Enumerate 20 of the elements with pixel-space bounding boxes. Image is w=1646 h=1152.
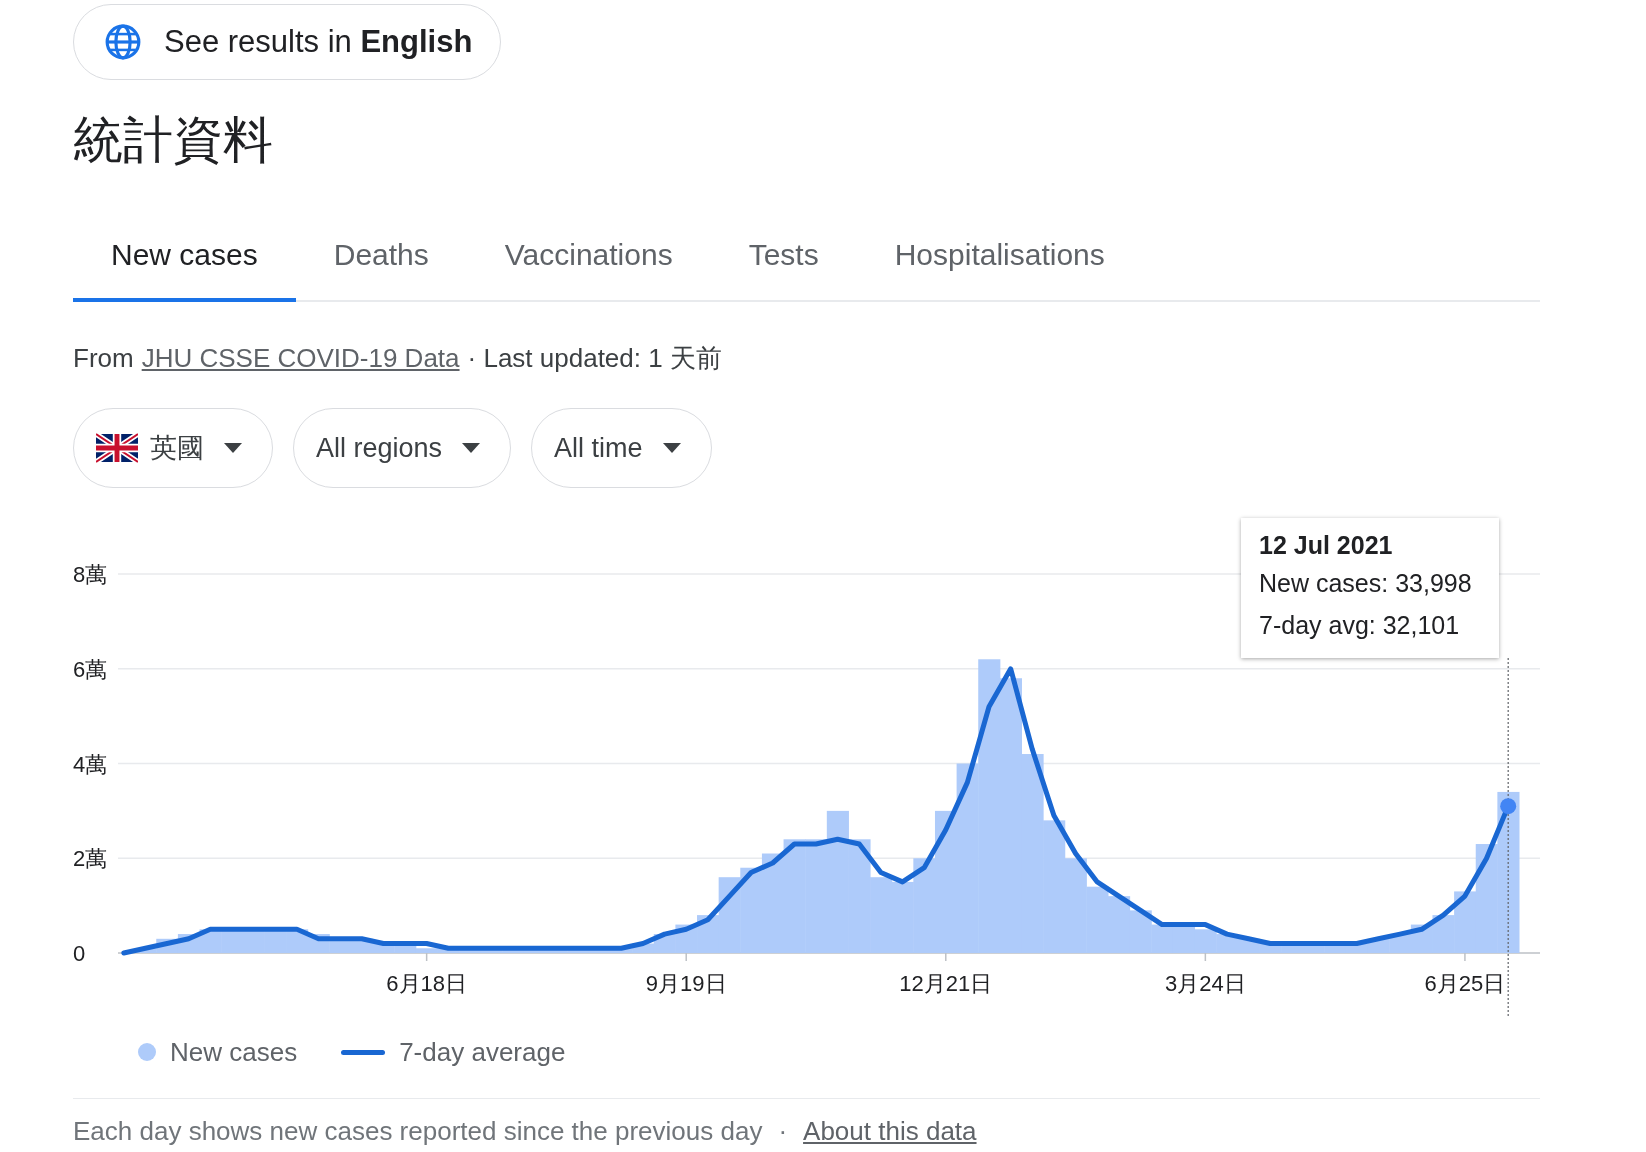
- axis-label: 4萬: [73, 751, 108, 777]
- axis-label: 3月24日: [1165, 971, 1246, 996]
- footer-note: Each day shows new cases reported since the previous day: [73, 1115, 763, 1147]
- axis-label: 6月25日: [1424, 971, 1506, 996]
- axis-label: 0: [73, 941, 86, 966]
- page-title: 統計資料: [73, 111, 274, 170]
- axis-label: 6萬: [73, 656, 108, 682]
- legend-label: 7-day average: [399, 1036, 566, 1068]
- axis-label: 6月18日: [386, 971, 467, 996]
- tooltip-text: New cases: 33,998: [1259, 568, 1473, 599]
- axis-label: 2萬: [73, 846, 108, 872]
- tooltip-text: 7-day avg: 32,101: [1259, 610, 1461, 641]
- axis-label: 8萬: [73, 562, 108, 587]
- last-updated-text: · Last updated: 1 天前: [467, 342, 722, 374]
- tooltip-date: 12 Jul 2021: [1259, 530, 1394, 561]
- separator-dot: ·: [778, 1115, 788, 1147]
- axis-label: 9月19日: [645, 971, 727, 996]
- source-label: From: [73, 342, 134, 374]
- axis-label: 12月21日: [899, 971, 993, 996]
- legend-label: New cases: [170, 1036, 298, 1068]
